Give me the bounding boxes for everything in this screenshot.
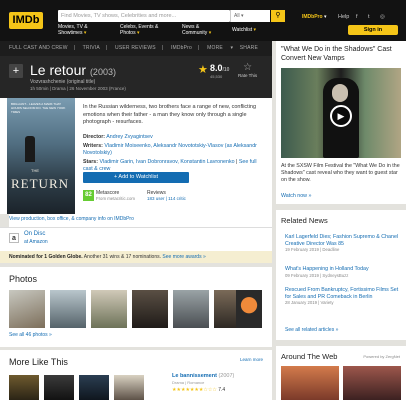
original-title: Vozvrashchenie (original title) — [30, 79, 96, 85]
related-news-heading: Related News — [281, 216, 328, 225]
recommendation-poster[interactable] — [9, 375, 39, 400]
metascore-label: Metascore From metacritic.com — [96, 190, 135, 201]
imdbpro-link[interactable]: IMDbPro ▾ — [302, 14, 326, 20]
see-all-photos-link[interactable]: See all 46 photos » — [9, 332, 52, 338]
sidebar: "What We Do in the Shadows" Cast Convert… — [272, 41, 406, 400]
awards-bar: Nominated for 1 Golden Globe. Another 31… — [0, 251, 272, 263]
nav-watchlist[interactable]: Watchlist ▾ — [232, 27, 256, 33]
learn-more-link[interactable]: Learn more — [240, 357, 263, 362]
photo-thumb[interactable] — [91, 290, 127, 328]
zergnet-credit[interactable]: Powered by ZergNet — [363, 354, 400, 359]
search-icon[interactable]: ⚲ — [271, 10, 285, 22]
star-outline-icon: ☆ — [243, 62, 253, 73]
share-button[interactable]: SHARE — [240, 41, 258, 56]
recommendation-title[interactable]: Le bannissement (2007) — [172, 373, 234, 379]
amazon-icon: a — [9, 233, 19, 243]
recommendation-poster[interactable] — [79, 375, 109, 400]
help-link[interactable]: Help — [338, 14, 349, 20]
rating-count[interactable]: 45,530 — [210, 74, 240, 79]
on-disc-section[interactable]: a On Disc at Amazon — [0, 227, 272, 251]
rate-this-button[interactable]: ☆ Rate This — [238, 62, 257, 78]
news-item[interactable]: Karl Lagerfeld Dies; Fashion Supremo & C… — [285, 234, 400, 254]
around-the-web-card: Around The Web Powered by ZergNet — [276, 346, 406, 400]
recommendation-poster[interactable] — [44, 375, 74, 400]
subnav-user-reviews[interactable]: USER REVIEWS — [115, 45, 156, 51]
recommendation-rating: ★★★★★★★☆☆☆ 7.4 — [172, 387, 226, 393]
featured-video-card: "What We Do in the Shadows" Cast Convert… — [276, 41, 406, 204]
star-icon: ★ — [198, 64, 208, 76]
video-description: At the SXSW Film Festival the "What We D… — [281, 163, 400, 183]
related-news-card: Related News Karl Lagerfeld Dies; Fashio… — [276, 210, 406, 340]
plot-summary: In the Russian wilderness, two brothers … — [83, 104, 257, 125]
rating-value: 8.0 — [210, 63, 223, 73]
director-link[interactable]: Andrey Zvyagintsev — [106, 134, 153, 140]
poster-image[interactable]: BRILLIANT... LEAVES A MARK THAT HOURS SE… — [7, 98, 75, 214]
recommendation-poster[interactable] — [114, 375, 144, 400]
photo-thumb[interactable] — [236, 290, 262, 328]
instagram-icon[interactable]: ◎ — [380, 14, 385, 20]
sign-in-button[interactable]: Sign in — [348, 25, 398, 35]
reviews-links[interactable]: 183 user | 114 critic — [147, 196, 186, 201]
title-subnav: FULL CAST AND CREW | TRIVIA | USER REVIEWS… — [0, 41, 272, 56]
imdb-logo[interactable]: IMDb — [9, 12, 43, 29]
metascore-badge[interactable]: 82 — [83, 190, 94, 201]
photo-thumb[interactable] — [132, 290, 168, 328]
subnav-trivia[interactable]: TRIVIA — [83, 45, 100, 51]
around-web-thumb[interactable] — [281, 366, 339, 400]
facebook-icon[interactable]: f — [356, 14, 358, 20]
title-meta: 1h 50min | Drama | 26 November 2003 (Fra… — [30, 86, 126, 91]
photos-section: Photos See all 46 photos » — [0, 267, 272, 347]
page-title: Le retour (2003) — [30, 62, 116, 78]
more-like-this-heading: More Like This — [9, 357, 68, 367]
play-icon[interactable]: ▶ — [330, 105, 352, 127]
title-header: + Le retour (2003) Vozvrashchenie (origi… — [0, 56, 272, 98]
twitter-icon[interactable]: t — [368, 14, 370, 20]
imdbpro-info-link[interactable]: View production, box office, & company i… — [9, 214, 272, 227]
credits-block: Director: Andrey Zvyagintsev Writers: Vl… — [83, 134, 257, 172]
news-item[interactable]: Rescued From Bankruptcy, Fortissimo Film… — [285, 287, 400, 307]
photo-thumb[interactable] — [9, 290, 45, 328]
add-to-watchlist-icon[interactable]: + — [9, 64, 23, 78]
around-web-heading: Around The Web — [281, 352, 338, 361]
see-more-awards-link[interactable]: See more awards » — [162, 254, 205, 260]
writers-link[interactable]: Vladimir Moiseenko, Aleksandr Novototski… — [83, 143, 257, 156]
top-bar: IMDb Find Movies, TV shows, Celebrities … — [0, 0, 406, 41]
news-item[interactable]: What's Happening in Holland Today 09 Febr… — [285, 266, 400, 279]
see-all-news-link[interactable]: See all related articles » — [285, 327, 338, 333]
nav-news-menu[interactable]: News & Community ▾ — [182, 24, 224, 36]
recommendation-genre: Drama | Romance — [172, 380, 205, 385]
more-like-this-section: More Like This Learn more Le bannissemen… — [0, 350, 272, 400]
subnav-more[interactable]: MORE ▾ — [207, 45, 233, 51]
subnav-imdbpro[interactable]: IMDbPro — [171, 45, 192, 51]
poster-figure — [25, 136, 35, 162]
nav-celebs-menu[interactable]: Celebs, Events & Photos ▾ — [120, 24, 162, 36]
search-category-select[interactable]: All ▾ — [230, 10, 270, 22]
photo-thumb[interactable] — [50, 290, 86, 328]
overview-section: BRILLIANT... LEAVES A MARK THAT HOURS SE… — [0, 98, 272, 214]
subnav-full-cast[interactable]: FULL CAST AND CREW — [9, 45, 68, 51]
reviews-block: Reviews 183 user | 114 critic — [147, 190, 186, 201]
around-web-thumb[interactable] — [343, 366, 401, 400]
video-thumbnail[interactable]: ▶ — [281, 68, 401, 158]
search-input[interactable]: Find Movies, TV shows, Celebrities and m… — [58, 10, 230, 22]
stars-link[interactable]: Vladimir Garin, Ivan Dobronravov, Konsta… — [100, 159, 235, 165]
nav-movies-menu[interactable]: Movies, TV & Showtimes ▾ — [58, 24, 100, 36]
video-headline[interactable]: "What We Do in the Shadows" Cast Convert… — [281, 45, 403, 63]
add-to-watchlist-button[interactable]: + Add to Watchlist — [83, 172, 189, 183]
watch-now-link[interactable]: Watch now » — [281, 193, 311, 199]
photo-thumb[interactable] — [173, 290, 209, 328]
photos-heading: Photos — [9, 274, 38, 284]
